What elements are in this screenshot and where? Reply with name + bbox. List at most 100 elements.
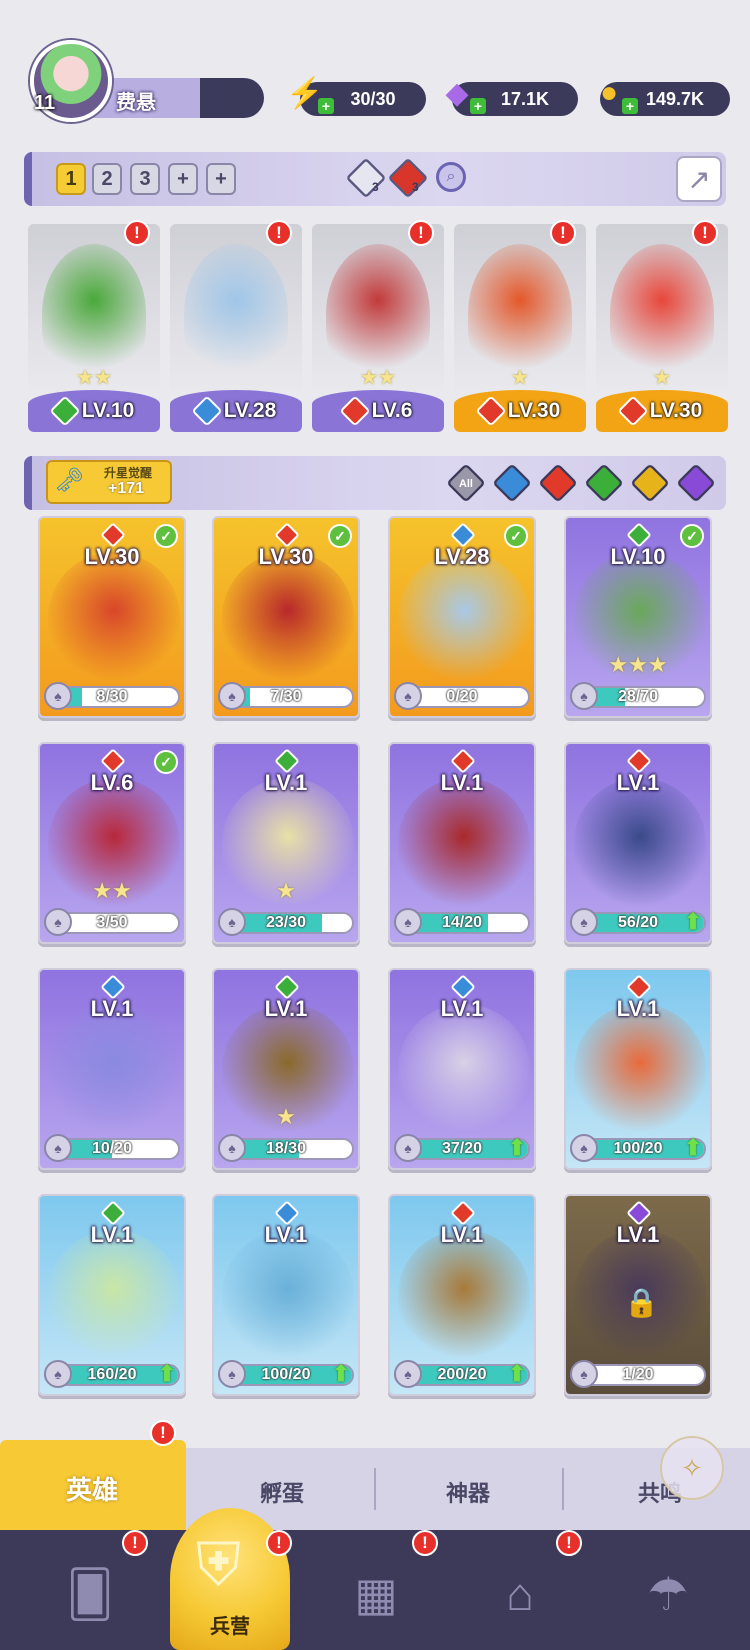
- cards-icon: 🂠: [66, 1568, 114, 1620]
- shard-icon: ♠: [394, 1360, 422, 1388]
- shard-icon: ♠: [394, 682, 422, 710]
- hero-portrait: [222, 1230, 354, 1360]
- gem-plus-button[interactable]: +: [470, 98, 486, 114]
- hero-portrait: [398, 552, 530, 682]
- coin-value: 149.7K: [645, 89, 705, 109]
- hero-level: LV.10: [610, 544, 666, 569]
- awaken-label: 升星觉醒: [104, 466, 153, 480]
- hero-card[interactable]: LV.30 7/30 ♠ ✓: [212, 516, 360, 718]
- key-icon: 🗝: [54, 467, 85, 494]
- shard-icon: ♠: [44, 1134, 72, 1162]
- hero-level-bar: LV.30: [596, 390, 728, 432]
- fire-element-icon: [339, 395, 371, 427]
- hero-card[interactable]: LV.6 ★★ 3/50 ♠ ✓: [38, 742, 186, 944]
- team-slot-alert: !: [408, 220, 434, 246]
- lock-icon: 🔒: [624, 1287, 659, 1318]
- team-slot-alert: !: [692, 220, 718, 246]
- shard-icon: ♠: [570, 1134, 598, 1162]
- deployed-check-icon: ✓: [328, 524, 352, 548]
- filter-label: All: [459, 476, 473, 490]
- hero-card[interactable]: LV.1 160/20 ♠ ⬆: [38, 1194, 186, 1396]
- shard-icon: ♠: [218, 908, 246, 936]
- nav-cards[interactable]: 🂠: [40, 1546, 140, 1642]
- hero-card[interactable]: LV.28 0/20 ♠ ✓: [388, 516, 536, 718]
- hero-level-bar: LV.28: [170, 390, 302, 432]
- team-tab-1[interactable]: 1: [56, 163, 86, 195]
- hero-portrait: [326, 244, 430, 384]
- nature-element-icon: [49, 395, 81, 427]
- tab-artifacts[interactable]: 神器: [408, 1476, 528, 1508]
- map-icon: ▦: [354, 1568, 398, 1620]
- nav-barracks-alert: !: [266, 1530, 292, 1556]
- hero-card[interactable]: LV.1 14/20 ♠: [388, 742, 536, 944]
- hero-level: LV.30: [649, 399, 703, 422]
- hero-level: LV.10: [81, 399, 135, 422]
- hero-card[interactable]: LV.1 ★ 18/30 ♠: [212, 968, 360, 1170]
- water-element-icon: [191, 395, 223, 427]
- hero-level: LV.28: [434, 544, 490, 569]
- coin-plus-button[interactable]: +: [622, 98, 638, 114]
- hero-card[interactable]: LV.1 100/20 ♠ ⬆: [564, 968, 712, 1170]
- tab-divider: [562, 1468, 564, 1510]
- shard-icon: ♠: [570, 908, 598, 936]
- hero-level: LV.1: [90, 1222, 134, 1247]
- deployed-check-icon: ✓: [504, 524, 528, 548]
- hero-card[interactable]: LV.1 37/20 ♠ ⬆: [388, 968, 536, 1170]
- shard-icon: ♠: [44, 682, 72, 710]
- team-add-button-2[interactable]: +: [206, 163, 236, 195]
- nav-mushroom[interactable]: ☂: [618, 1546, 718, 1642]
- team-slot[interactable]: ★ LV.30: [454, 224, 586, 432]
- team-slot[interactable]: ★★ LV.10: [28, 224, 160, 432]
- team-tab-2[interactable]: 2: [92, 163, 122, 195]
- fire-element-icon: [475, 395, 507, 427]
- hero-level: LV.1: [616, 1222, 660, 1247]
- hero-level: LV.1: [264, 1222, 308, 1247]
- player-name-bar[interactable]: [86, 78, 264, 118]
- hero-stars: ★★: [76, 367, 112, 389]
- shard-icon: ♠: [44, 908, 72, 936]
- hero-portrait: [398, 1230, 530, 1360]
- player-level: 11: [34, 92, 56, 114]
- floating-action-button[interactable]: ✧: [660, 1436, 724, 1500]
- fire-element-icon: [617, 395, 649, 427]
- hero-stars: ★★: [92, 878, 132, 903]
- tab-heroes-alert: !: [150, 1420, 176, 1446]
- share-button[interactable]: ↗: [676, 156, 722, 202]
- upgrade-arrow-icon: ⬆: [683, 1135, 703, 1160]
- hero-portrait: [48, 552, 180, 682]
- hero-portrait: [610, 244, 714, 384]
- hero-stars: ★: [276, 878, 296, 903]
- team-tab-3[interactable]: 3: [130, 163, 160, 195]
- mushroom-icon: ☂: [647, 1568, 689, 1620]
- energy-plus-button[interactable]: +: [318, 98, 334, 114]
- team-slot[interactable]: LV.28: [170, 224, 302, 432]
- team-slot[interactable]: ★ LV.30: [596, 224, 728, 432]
- nav-cards-alert: !: [122, 1530, 148, 1556]
- hero-card[interactable]: LV.1 56/20 ♠ ⬆: [564, 742, 712, 944]
- upgrade-arrow-icon: ⬆: [507, 1361, 527, 1386]
- hero-level: LV.6: [371, 399, 413, 422]
- gem-value: 17.1K: [500, 89, 550, 109]
- castle-icon: ⌂: [506, 1568, 534, 1620]
- tab-hatch[interactable]: 孵蛋: [222, 1476, 342, 1508]
- hero-portrait: [574, 1004, 706, 1134]
- hero-card[interactable]: LV.10 ★★★ 28/70 ♠ ✓: [564, 516, 712, 718]
- hero-portrait: [398, 778, 530, 908]
- hero-card[interactable]: LV.1 200/20 ♠ ⬆: [388, 1194, 536, 1396]
- hero-card[interactable]: LV.1 100/20 ♠ ⬆: [212, 1194, 360, 1396]
- hero-card[interactable]: LV.30 8/30 ♠ ✓: [38, 516, 186, 718]
- hero-card[interactable]: LV.1 1/20 ♠ 🔒: [564, 1194, 712, 1396]
- shard-icon: ♠: [570, 1360, 598, 1388]
- hero-card[interactable]: LV.1 ★ 23/30 ♠: [212, 742, 360, 944]
- team-inspect-button[interactable]: ⌕: [436, 162, 466, 192]
- hero-card[interactable]: LV.1 10/20 ♠: [38, 968, 186, 1170]
- nav-castle[interactable]: ⌂: [470, 1546, 570, 1642]
- nav-map[interactable]: ▦: [326, 1546, 426, 1642]
- hero-portrait: [398, 1004, 530, 1134]
- hero-stars: ★: [276, 1104, 296, 1129]
- upgrade-arrow-icon: ⬆: [683, 909, 703, 934]
- deployed-check-icon: ✓: [680, 524, 704, 548]
- ice-count: 3: [372, 180, 379, 194]
- team-add-button-1[interactable]: +: [168, 163, 198, 195]
- team-slot[interactable]: ★★ LV.6: [312, 224, 444, 432]
